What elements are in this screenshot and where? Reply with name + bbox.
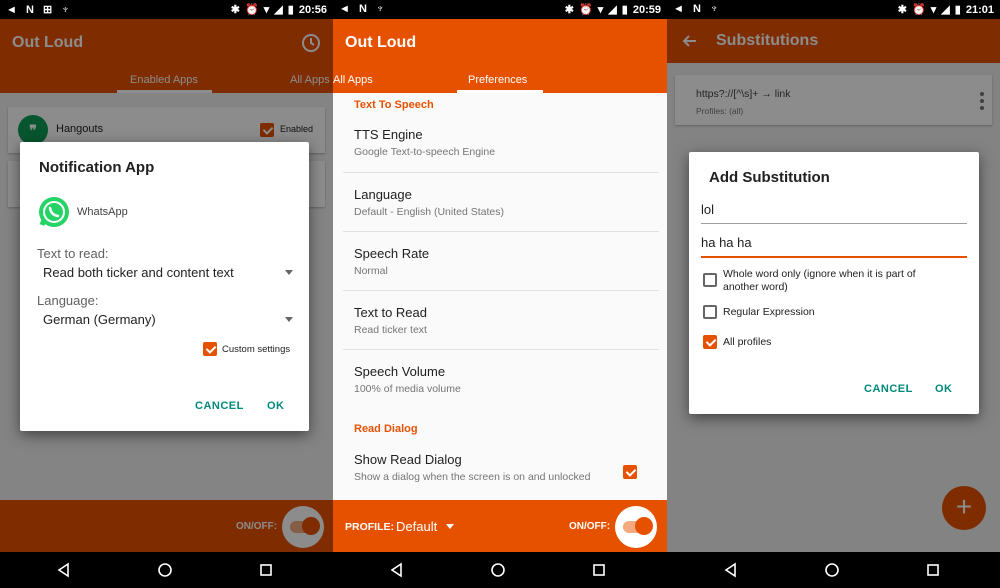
pref-tts-engine[interactable]: TTS Engine Google Text-to-speech Engine: [354, 127, 667, 159]
replace-input-underline: [701, 256, 967, 258]
pref-summary: Default - English (United States): [354, 206, 504, 218]
pref-summary: Normal: [354, 265, 388, 277]
divider: [343, 172, 659, 173]
dropdown-arrow-icon: [446, 524, 454, 529]
system-icons: ✱ ⏰ ▾ ◢ ▮ 20:59: [564, 4, 661, 16]
divider: [343, 290, 659, 291]
pref-summary: Show a dialog when the screen is on and …: [354, 471, 591, 483]
back-icon[interactable]: [723, 562, 739, 578]
status-bar: ◄ N ♆ ✱ ⏰ ▾ ◢ ▮ 20:59: [333, 0, 667, 19]
app-bar: Out Loud: [333, 19, 667, 67]
clock: 20:56: [298, 4, 327, 16]
back-icon[interactable]: [56, 562, 72, 578]
dialog-title: Notification App: [39, 159, 155, 176]
pref-summary: Read ticker text: [354, 324, 427, 336]
pref-speech-rate[interactable]: Speech Rate Normal: [354, 246, 667, 278]
home-icon[interactable]: [490, 562, 506, 578]
screenshot-collage: ◄ N ⊞ ♆ ✱ ⏰ ▾ ◢ ▮ 20:56 Out Loud Enabled …: [0, 0, 1000, 588]
show-read-dialog-checkbox[interactable]: [623, 465, 637, 479]
tab-bar: All Apps Preferences: [333, 67, 667, 93]
regular-expression-checkbox[interactable]: [703, 305, 717, 319]
pref-title: TTS Engine: [354, 127, 423, 142]
divider: [343, 349, 659, 350]
phone-substitutions: ◄ N ♆ ✱ ⏰ ▾ ◢ ▮ 21:01 Substitutions https…: [667, 0, 1000, 588]
onoff-label: ON/OFF:: [569, 521, 611, 532]
dialog-title: Add Substitution: [709, 169, 830, 186]
pref-title: Language: [354, 187, 412, 202]
find-input[interactable]: lol: [701, 202, 967, 222]
profile-value: Default: [396, 519, 438, 534]
pref-title: Show Read Dialog: [354, 452, 462, 467]
text-to-read-dropdown[interactable]: Read both ticker and content text: [37, 263, 293, 285]
cancel-button[interactable]: CANCEL: [864, 383, 913, 395]
phone-preferences: ◄ N ♆ ✱ ⏰ ▾ ◢ ▮ 20:59 Out Loud All Apps P…: [333, 0, 667, 588]
find-input-underline: [701, 223, 967, 224]
phone-notification-app: ◄ N ⊞ ♆ ✱ ⏰ ▾ ◢ ▮ 20:56 Out Loud Enabled …: [0, 0, 333, 588]
profile-label: PROFILE:: [345, 521, 394, 533]
add-substitution-dialog: Add Substitution lol ha ha ha Whole word…: [689, 152, 979, 414]
tab-all-apps[interactable]: All Apps: [333, 74, 373, 86]
recents-icon[interactable]: [925, 562, 941, 578]
all-profiles-checkbox[interactable]: [703, 335, 717, 349]
whatsapp-icon: [39, 197, 69, 227]
language-value: German (Germany): [43, 312, 156, 327]
divider: [343, 231, 659, 232]
app-title: Out Loud: [345, 34, 417, 51]
pref-speech-volume[interactable]: Speech Volume 100% of media volume: [354, 364, 667, 396]
cancel-button[interactable]: CANCEL: [195, 400, 244, 412]
home-icon[interactable]: [824, 562, 840, 578]
language-dropdown[interactable]: German (Germany): [37, 310, 293, 332]
pref-text-to-read[interactable]: Text to Read Read ticker text: [354, 305, 667, 337]
whole-word-checkbox[interactable]: [703, 273, 717, 287]
pref-language[interactable]: Language Default - English (United State…: [354, 187, 667, 219]
dropdown-arrow-icon: [285, 270, 293, 275]
text-to-read-label: Text to read:: [37, 246, 109, 261]
custom-settings-checkbox[interactable]: [203, 342, 217, 356]
clock: 20:59: [632, 4, 661, 16]
pref-title: Speech Volume: [354, 364, 446, 379]
nav-bar: [333, 552, 667, 588]
ok-button[interactable]: OK: [267, 400, 285, 412]
profile-dropdown[interactable]: Default: [396, 518, 466, 536]
notification-icons: ◄ N ♆: [673, 3, 722, 15]
clock: 21:01: [965, 4, 994, 16]
notification-icons: ◄ N ♆: [339, 3, 388, 15]
back-icon[interactable]: [389, 562, 405, 578]
section-header-tts: Text To Speech: [354, 99, 434, 111]
regular-expression-label: Regular Expression: [723, 306, 815, 318]
status-bar: ◄ N ♆ ✱ ⏰ ▾ ◢ ▮ 21:01: [667, 0, 1000, 19]
replace-input[interactable]: ha ha ha: [701, 235, 967, 255]
all-profiles-label: All profiles: [723, 336, 772, 348]
pref-summary: Google Text-to-speech Engine: [354, 146, 496, 158]
home-icon[interactable]: [157, 562, 173, 578]
notification-app-dialog: Notification App WhatsApp Text to read: …: [20, 142, 309, 431]
pref-summary: 100% of media volume: [354, 383, 461, 395]
system-icons: ✱ ⏰ ▾ ◢ ▮ 20:56: [230, 4, 327, 16]
custom-settings-label: Custom settings: [222, 344, 291, 355]
recents-icon[interactable]: [258, 562, 274, 578]
text-to-read-value: Read both ticker and content text: [43, 265, 234, 280]
language-label: Language:: [37, 293, 99, 308]
section-header-read-dialog: Read Dialog: [354, 423, 418, 435]
whole-word-label: Whole word only (ignore when it is part …: [723, 268, 916, 293]
pref-show-read-dialog[interactable]: Show Read Dialog Show a dialog when the …: [354, 452, 607, 484]
preferences-list: Text To Speech TTS Engine Google Text-to…: [333, 93, 667, 500]
bottom-bar: PROFILE: Default ON/OFF:: [333, 500, 667, 552]
tab-preferences[interactable]: Preferences: [468, 74, 527, 86]
dialog-app-name: WhatsApp: [77, 206, 128, 218]
pref-title: Text to Read: [354, 305, 427, 320]
nav-bar: [0, 552, 333, 588]
status-bar: ◄ N ⊞ ♆ ✱ ⏰ ▾ ◢ ▮ 20:56: [0, 0, 333, 19]
notification-icons: ◄ N ⊞ ♆: [6, 4, 73, 16]
recents-icon[interactable]: [591, 562, 607, 578]
system-icons: ✱ ⏰ ▾ ◢ ▮ 21:01: [897, 4, 994, 16]
pref-title: Speech Rate: [354, 246, 430, 261]
service-toggle[interactable]: [615, 506, 657, 548]
dropdown-arrow-icon: [285, 317, 293, 322]
nav-bar: [667, 552, 1000, 588]
ok-button[interactable]: OK: [935, 383, 953, 395]
